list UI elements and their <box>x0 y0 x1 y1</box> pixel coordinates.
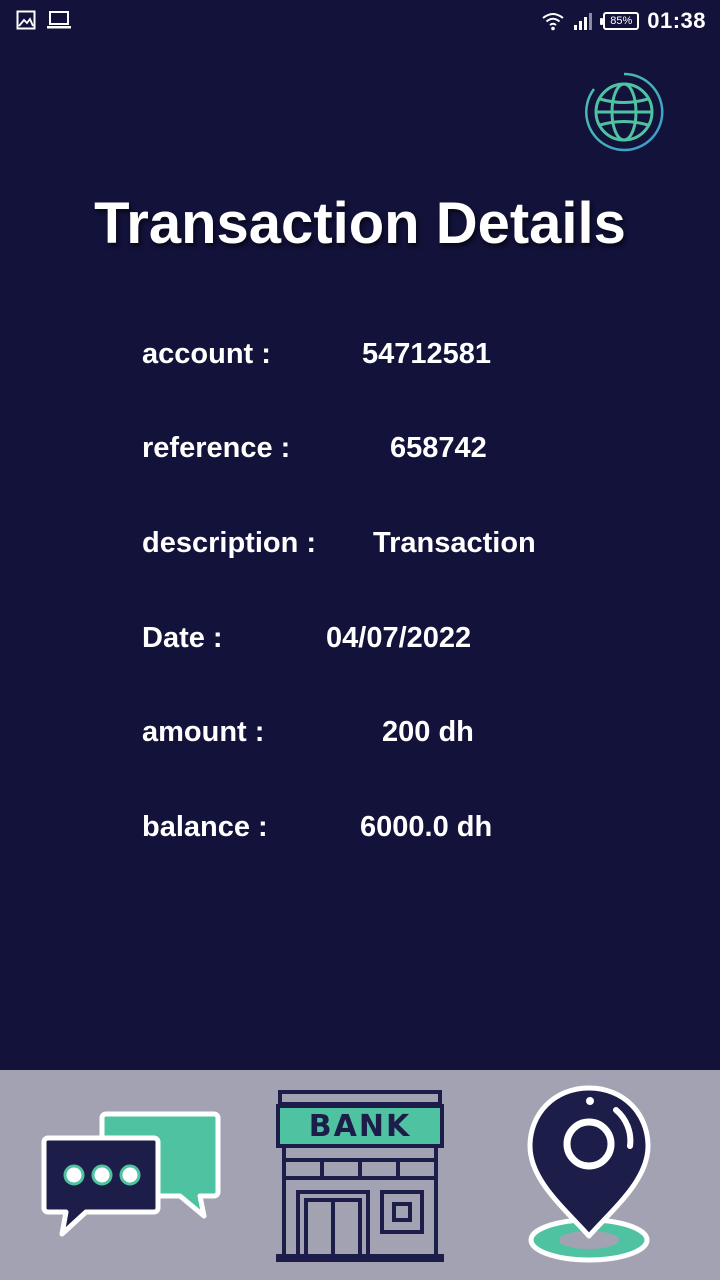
detail-label: account : <box>142 338 271 370</box>
detail-value: 658742 <box>390 432 487 464</box>
detail-label: Date : <box>142 622 223 654</box>
detail-value: 04/07/2022 <box>326 622 472 654</box>
detail-label: description : <box>142 527 317 559</box>
bank-sign-text: BANK <box>308 1109 412 1144</box>
detail-row-account: account : 54712581 <box>0 338 720 382</box>
signal-icon <box>574 13 593 30</box>
detail-value: 6000.0 dh <box>360 811 493 843</box>
detail-label: amount : <box>142 716 265 748</box>
image-icon <box>16 10 36 30</box>
globe-icon <box>585 72 664 152</box>
status-right: 85% 01:38 <box>541 8 706 34</box>
detail-row-balance: balance : 6000.0 dh <box>0 811 720 855</box>
laptop-icon <box>47 11 71 29</box>
battery-level: 85% <box>610 15 633 27</box>
detail-value: Transaction <box>373 527 536 559</box>
detail-row-date: Date : 04/07/2022 <box>0 622 720 666</box>
chat-button[interactable] <box>40 1108 222 1242</box>
detail-row-description: description : Transaction <box>0 527 720 571</box>
wifi-icon <box>542 13 564 31</box>
bottom-nav: BANK <box>0 1070 720 1280</box>
page-title: Transaction Details <box>94 191 626 256</box>
status-left <box>16 10 72 30</box>
detail-row-amount: amount : 200 dh <box>0 716 720 760</box>
location-button[interactable] <box>524 1084 654 1264</box>
detail-value: 54712581 <box>362 338 492 370</box>
location-pin-icon <box>527 1085 651 1263</box>
detail-label: reference : <box>142 432 291 464</box>
chat-icon <box>41 1111 221 1237</box>
status-time: 01:38 <box>647 8 706 33</box>
battery-icon: 85% <box>600 12 640 30</box>
bank-button[interactable]: BANK <box>272 1088 448 1264</box>
detail-value: 200 dh <box>382 716 474 748</box>
detail-label: balance : <box>142 811 268 843</box>
status-bar: 85% 01:38 <box>0 0 720 44</box>
detail-row-reference: reference : 658742 <box>0 432 720 476</box>
globe-button[interactable] <box>582 70 666 154</box>
